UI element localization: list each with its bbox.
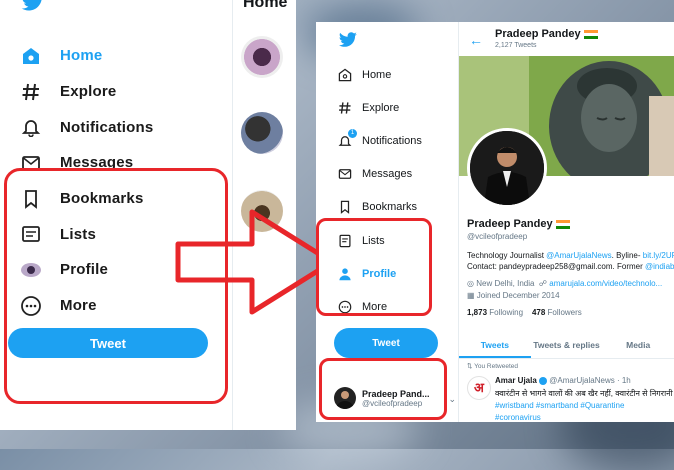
location-icon: ◎: [467, 279, 474, 288]
followers-count: 478: [531, 308, 546, 317]
tweet-hashtags[interactable]: #wristband #smartband #Quarantine: [495, 401, 624, 410]
red-arrow-annotation: [175, 209, 335, 315]
following-label: Following: [489, 308, 524, 317]
red-highlight-box: [319, 358, 447, 420]
bio-mention-link[interactable]: @indiabar: [645, 262, 674, 271]
bio-text: . Byline-: [611, 251, 643, 260]
tweet-author-avatar[interactable]: अ: [467, 376, 491, 400]
right-nav-notifications-label: Notifications: [362, 134, 422, 147]
twitter-bird-icon[interactable]: [20, 0, 46, 12]
profile-name-text: Pradeep Pandey: [467, 218, 553, 230]
profile-joined: Joined December 2014: [476, 291, 560, 300]
right-nav-messages-label: Messages: [362, 168, 413, 181]
bio-url-link[interactable]: bit.ly/2UFyy.r: [643, 251, 674, 260]
profile-tabs: Tweets Tweets & replies Media: [459, 332, 674, 359]
tweet-author: Amar Ujala @AmarUjalaNews · 1h: [495, 376, 631, 385]
profile-website-link[interactable]: amarujala.com/video/technolo...: [549, 279, 662, 288]
followers-link[interactable]: 478 Followers: [532, 308, 582, 317]
right-sidebar: Home Explore 1 Notifications Messages Bo…: [316, 22, 459, 422]
profile-location: New Delhi, India: [476, 279, 535, 288]
left-nav-explore[interactable]: Explore: [18, 74, 232, 110]
right-nav-home[interactable]: Home: [336, 58, 422, 91]
bell-icon: [18, 116, 44, 138]
back-arrow-icon[interactable]: ←: [469, 32, 483, 48]
bell-icon: 1: [336, 128, 357, 150]
profile-avatar[interactable]: [467, 128, 547, 208]
hashtag-icon: [18, 81, 44, 103]
left-nav-explore-label: Explore: [60, 83, 117, 101]
feed-avatar[interactable]: [241, 112, 283, 154]
right-nav-messages[interactable]: Messages: [336, 158, 422, 191]
twitter-bird-icon[interactable]: [338, 32, 358, 48]
followers-label: Followers: [547, 308, 582, 317]
left-nav-notifications[interactable]: Notifications: [18, 109, 232, 145]
following-count: 1,873: [467, 308, 488, 317]
bio-text: Contact: pandeypradeep258@gmail.com. For…: [467, 262, 645, 271]
right-nav-explore-label: Explore: [362, 101, 400, 114]
india-flag-icon: [583, 29, 598, 39]
profile-bio: Technology Journalist @AmarUjalaNews. By…: [467, 250, 674, 272]
right-nav-home-label: Home: [362, 68, 392, 81]
bio-mention-link[interactable]: @AmarUjalaNews: [546, 251, 611, 260]
tweet-text: क्वारंटीन से भागने वालों की अब खैर नहीं,…: [495, 389, 674, 398]
india-flag-icon: [555, 219, 570, 229]
notification-badge: 1: [348, 128, 357, 138]
bookmark-icon: [336, 198, 354, 216]
profile-handle: @vcileofpradeep: [467, 232, 528, 241]
header-name-text: Pradeep Pandey: [495, 28, 581, 40]
profile-header-bar: ← Pradeep Pandey 2,127 Tweets: [459, 22, 674, 56]
tweet-count: 2,127 Tweets: [495, 42, 537, 49]
follow-stats: 1,873 Following 478 Followers: [467, 308, 582, 317]
tweet-handle-time: @AmarUjalaNews · 1h: [549, 376, 631, 385]
left-nav-home-label: Home: [60, 47, 103, 65]
chevron-down-icon[interactable]: ⌄: [448, 394, 456, 405]
tweet-hashtags[interactable]: #coronavirus: [495, 413, 541, 422]
hashtag-icon: [336, 99, 354, 117]
red-highlight-box: [316, 218, 432, 316]
left-nav-notifications-label: Notifications: [60, 118, 154, 136]
right-nav-explore[interactable]: Explore: [336, 91, 422, 124]
tweet-author-name[interactable]: Amar Ujala: [495, 376, 537, 385]
feed-avatar[interactable]: [241, 36, 283, 78]
link-icon: ☍: [538, 279, 548, 288]
right-nav-bookmarks-label: Bookmarks: [362, 201, 418, 214]
feed-title: Home: [243, 0, 288, 11]
left-nav-home[interactable]: Home: [18, 38, 232, 74]
home-icon: [18, 45, 44, 67]
header-name: Pradeep Pandey: [495, 28, 598, 40]
profile-meta: ◎ New Delhi, India ☍ amarujala.com/video…: [467, 278, 674, 302]
tab-tweets[interactable]: Tweets: [459, 332, 531, 358]
home-icon: [336, 66, 354, 84]
retweet-indicator: ⇅ You Retweeted: [467, 362, 674, 370]
bio-text: Technology Journalist: [467, 251, 547, 260]
tweet-item[interactable]: अ Amar Ujala @AmarUjalaNews · 1h क्वारंट…: [467, 374, 674, 422]
right-tweet-button[interactable]: Tweet: [334, 328, 438, 358]
right-twitter-profile-screen: Home Explore 1 Notifications Messages Bo…: [316, 22, 674, 422]
envelope-icon: [336, 165, 354, 183]
tab-media[interactable]: Media: [602, 332, 674, 358]
calendar-icon: ▦: [467, 291, 475, 300]
profile-page: ← Pradeep Pandey 2,127 Tweets Pradeep Pa…: [459, 22, 674, 422]
verified-badge-icon: [539, 376, 548, 385]
profile-name: Pradeep Pandey: [467, 218, 570, 230]
following-link[interactable]: 1,873 Following: [467, 308, 523, 317]
right-nav-notifications[interactable]: 1 Notifications: [336, 124, 422, 157]
retweet-label: You Retweeted: [474, 363, 519, 370]
retweet-icon: ⇅: [467, 363, 473, 370]
tab-tweets-replies[interactable]: Tweets & replies: [531, 332, 603, 358]
